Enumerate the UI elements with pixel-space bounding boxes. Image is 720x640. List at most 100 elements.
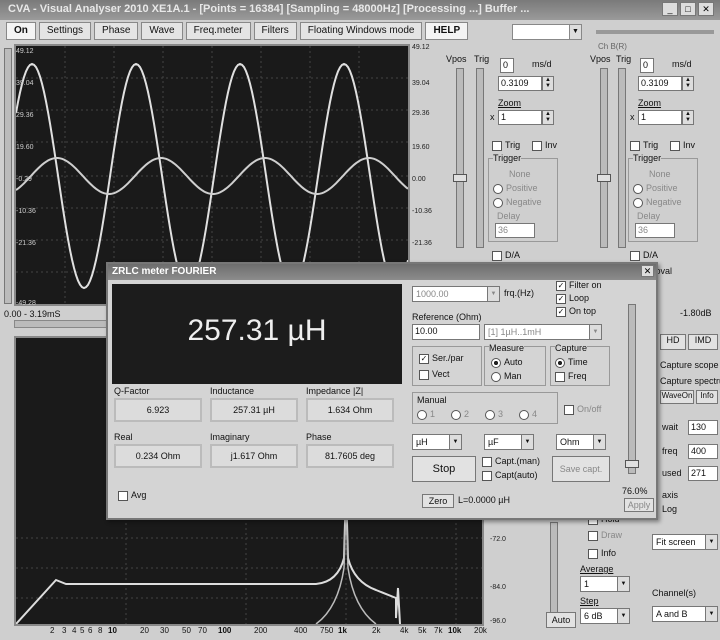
on-button[interactable]: On	[6, 22, 36, 40]
settings-button[interactable]: Settings	[38, 22, 92, 40]
on-off-checkbox[interactable]: On/off	[564, 404, 601, 415]
scope-left-slider[interactable]	[4, 48, 12, 304]
positive-radio[interactable]: Positive	[633, 183, 678, 194]
on-top-checkbox[interactable]: ✓ On top	[556, 306, 596, 317]
capture-freq-checkbox[interactable]: Freq	[555, 371, 587, 382]
reference-input[interactable]: 10.00	[412, 324, 480, 340]
x-label: 2k	[372, 626, 381, 635]
trig-label: Trig	[474, 54, 490, 64]
close-icon[interactable]: ✕	[641, 265, 654, 277]
vpos-slider-a[interactable]	[456, 68, 464, 248]
info-button[interactable]: Info	[696, 390, 718, 404]
y-label: -96.0	[490, 618, 506, 625]
loop-checkbox[interactable]: ✓ Loop	[556, 293, 589, 304]
info-checkbox[interactable]: Info	[588, 548, 616, 559]
delay-spinner[interactable]: 36	[495, 223, 535, 238]
msd-label-b: ms/d	[672, 59, 692, 69]
channels-select[interactable]: A and B ▼	[652, 606, 718, 622]
manual-radio-4[interactable]: 4	[519, 409, 537, 420]
filters-button[interactable]: Filters	[253, 22, 297, 40]
vpos-slider-b-thumb[interactable]	[597, 174, 611, 182]
inv-checkbox-a[interactable]: Inv	[532, 140, 557, 151]
negative-radio[interactable]: Negative	[633, 197, 682, 208]
freq-meter-button[interactable]: Freq.meter	[185, 22, 251, 40]
capture-scope-checkbox[interactable]: Capture scope	[660, 360, 719, 370]
delay-spinner[interactable]: 36	[635, 223, 675, 238]
reference-range-select[interactable]: [1] 1µH..1mH ▼	[484, 324, 602, 340]
capture-spectrum-checkbox[interactable]: Capture spectrum	[660, 376, 720, 386]
close-icon[interactable]: ✕	[698, 2, 714, 16]
none-option[interactable]: None	[509, 169, 531, 179]
y-label: -84.0	[490, 584, 506, 591]
manual-radio-1[interactable]: 1	[417, 409, 435, 420]
maximize-icon[interactable]: □	[680, 2, 696, 16]
tab-hd[interactable]: HD	[660, 334, 686, 350]
measure-man-radio[interactable]: Man	[491, 371, 522, 382]
step-select[interactable]: 6 dB ▼	[580, 608, 630, 624]
stop-button[interactable]: Stop	[412, 456, 476, 482]
minimize-icon[interactable]: _	[662, 2, 678, 16]
wave-button[interactable]: Wave	[141, 22, 183, 40]
tab-imd[interactable]: IMD	[688, 334, 718, 350]
positive-radio[interactable]: Positive	[493, 183, 538, 194]
average-select[interactable]: 1 ▼	[580, 576, 630, 592]
phase-button[interactable]: Phase	[94, 22, 139, 40]
trig-slider-a[interactable]	[476, 68, 484, 248]
fit-screen-select[interactable]: Fit screen ▼	[652, 534, 718, 550]
capt-auto-checkbox[interactable]: Capt(auto)	[482, 470, 538, 481]
spin-updown-icon[interactable]: ▲ ▼	[682, 76, 694, 91]
trig-checkbox-a[interactable]: Trig	[492, 140, 520, 151]
wait-value[interactable]: 130	[688, 420, 718, 435]
avg-checkbox[interactable]: Avg	[118, 490, 146, 501]
none-option[interactable]: None	[649, 169, 671, 179]
floating-windows-button[interactable]: Floating Windows mode	[299, 22, 423, 40]
save-capture-button[interactable]: Save capt.	[552, 456, 610, 482]
zero-button[interactable]: Zero	[422, 494, 454, 508]
spin-updown-icon[interactable]: ▲ ▼	[682, 110, 694, 125]
fit-screen-value: Fit screen	[656, 537, 696, 547]
unit-select-3[interactable]: Ohm ▼	[556, 434, 606, 450]
msd-spinner-b[interactable]: 0.3109	[638, 76, 682, 91]
d-a-checkbox[interactable]: D/A	[492, 250, 520, 261]
dialog-slider-thumb[interactable]	[625, 460, 639, 468]
zoom-spinner-a[interactable]: 1	[498, 110, 542, 125]
manual-radio-3[interactable]: 3	[485, 409, 503, 420]
lower-slider[interactable]	[550, 522, 558, 622]
filter-on-checkbox[interactable]: ✓ Filter on	[556, 280, 602, 291]
x-label: 3	[62, 626, 67, 635]
capt-man-checkbox[interactable]: Capt.(man)	[482, 456, 540, 467]
top-slider[interactable]	[596, 30, 714, 34]
vpos-slider-b[interactable]	[600, 68, 608, 248]
unit-select-1[interactable]: µH ▼	[412, 434, 462, 450]
unit-select-2[interactable]: µF ▼	[484, 434, 534, 450]
d-a-checkbox-b[interactable]: D/A	[630, 250, 658, 261]
dialog-vertical-slider[interactable]	[628, 304, 636, 474]
inv-checkbox-b[interactable]: Inv	[670, 140, 695, 151]
right-panel: HD IMD Capture scope Capture spectrum Wa…	[660, 334, 720, 624]
msd-spinner-a[interactable]: 0.3109	[498, 76, 542, 91]
capture-group: Capture Time Freq	[550, 343, 610, 386]
draw-checkbox[interactable]: Draw	[588, 530, 622, 541]
capture-time-label: Time	[568, 357, 588, 367]
trig-checkbox-b[interactable]: Trig	[630, 140, 658, 151]
measure-auto-radio[interactable]: Auto	[491, 357, 523, 368]
ser-par-checkbox[interactable]: ✓ Ser./par	[419, 353, 464, 364]
freq-value[interactable]: 400	[688, 444, 718, 459]
frequency-select[interactable]: 1000.00 ▼	[412, 286, 500, 302]
delay-label: Delay	[497, 211, 521, 221]
apply-button[interactable]: Apply	[624, 498, 654, 512]
auto-button[interactable]: Auto	[546, 612, 576, 628]
spin-updown-icon[interactable]: ▲ ▼	[542, 76, 554, 91]
vect-checkbox[interactable]: Vect	[419, 369, 450, 380]
manual-radio-2[interactable]: 2	[451, 409, 469, 420]
trig-slider-b[interactable]	[618, 68, 626, 248]
capture-time-radio[interactable]: Time	[555, 357, 588, 368]
spin-updown-icon[interactable]: ▲ ▼	[542, 110, 554, 125]
top-dropdown[interactable]: ▼	[512, 24, 582, 40]
negative-radio[interactable]: Negative	[493, 197, 542, 208]
trigger-group-label: Trigger	[633, 153, 662, 163]
wave-on-button[interactable]: WaveOn	[660, 390, 694, 404]
vpos-slider-a-thumb[interactable]	[453, 174, 467, 182]
zoom-spinner-b[interactable]: 1	[638, 110, 682, 125]
help-button[interactable]: HELP	[425, 22, 469, 40]
